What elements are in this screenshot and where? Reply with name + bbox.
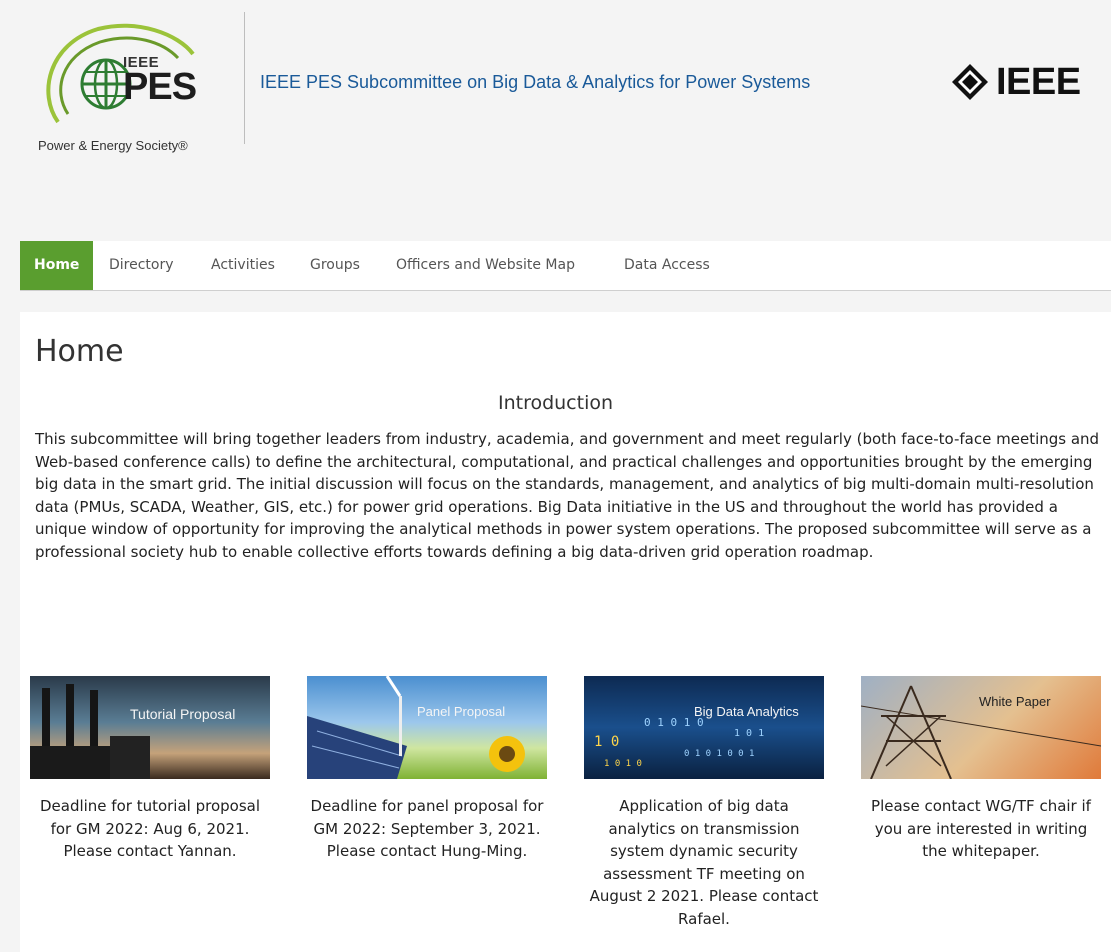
main-nav: Home Directory Activities Groups Officer… [20, 241, 1111, 291]
nav-item-activities[interactable]: Activities [197, 241, 289, 290]
logo-society-text: Power & Energy Society® [38, 138, 188, 153]
svg-text:1 0 1: 1 0 1 [734, 728, 764, 739]
ieee-logo[interactable]: IEEE [950, 62, 1111, 102]
big-data-analytics-image[interactable]: 1 0 0 1 0 1 0 0 1 0 1 0 0 1 1 0 1 0 1 0 … [584, 676, 824, 779]
nav-item-home[interactable]: Home [20, 241, 94, 290]
solar-wind-icon [307, 676, 525, 779]
card-white-paper: White Paper Please contact WG/TF chair i… [851, 676, 1111, 863]
main-content: Home Introduction This subcommittee will… [20, 312, 1111, 952]
card-caption: Application of big data analytics on tra… [589, 797, 819, 928]
power-plant-icon [30, 684, 150, 779]
nav-item-directory[interactable]: Directory [95, 241, 188, 290]
card-caption: Please contact WG/TF chair if you are in… [871, 797, 1091, 860]
site-title[interactable]: IEEE PES Subcommittee on Big Data & Anal… [260, 72, 810, 93]
ieee-logo-text: IEEE [996, 62, 1081, 102]
intro-heading: Introduction [497, 392, 614, 414]
panel-proposal-label: Panel Proposal [417, 704, 506, 719]
card-big-data-analytics: 1 0 0 1 0 1 0 0 1 0 1 0 0 1 1 0 1 0 1 0 … [574, 676, 834, 930]
card-caption: Deadline for panel proposal for GM 2022:… [310, 797, 544, 860]
white-paper-image[interactable]: White Paper [861, 676, 1101, 779]
nav-item-groups[interactable]: Groups [296, 241, 374, 290]
header-divider [244, 12, 245, 144]
power-tower-icon [861, 685, 1101, 779]
pes-logo[interactable]: IEEE PES Power & Energy Society® [28, 14, 228, 153]
svg-text:0 1 0 1 0 0 1: 0 1 0 1 0 0 1 [684, 749, 754, 759]
ieee-diamond-icon [952, 64, 988, 100]
page-title: Home [35, 334, 124, 369]
big-data-analytics-label: Big Data Analytics [694, 704, 799, 719]
binary-data-icon: 1 0 0 1 0 1 0 0 1 0 1 0 0 1 1 0 1 0 1 0 … [594, 716, 764, 769]
card-caption: Deadline for tutorial proposal for GM 20… [39, 797, 261, 860]
tutorial-proposal-image[interactable]: Tutorial Proposal [30, 676, 270, 779]
nav-item-officers[interactable]: Officers and Website Map [382, 241, 589, 290]
panel-proposal-image[interactable]: Panel Proposal [307, 676, 547, 779]
nav-item-data-access[interactable]: Data Access [610, 241, 724, 290]
card-tutorial-proposal: Tutorial Proposal Deadline for tutorial … [20, 676, 280, 863]
intro-text: This subcommittee will bring together le… [35, 430, 1100, 561]
svg-text:1 0 1 0: 1 0 1 0 [604, 759, 642, 769]
logo-pes-text: PES [123, 66, 197, 108]
card-panel-proposal: Panel Proposal Deadline for panel propos… [297, 676, 557, 863]
site-header: IEEE PES Power & Energy Society® IEEE PE… [0, 0, 1111, 240]
svg-text:1 0: 1 0 [594, 734, 619, 750]
tutorial-proposal-label: Tutorial Proposal [130, 706, 236, 722]
white-paper-label: White Paper [979, 694, 1051, 709]
